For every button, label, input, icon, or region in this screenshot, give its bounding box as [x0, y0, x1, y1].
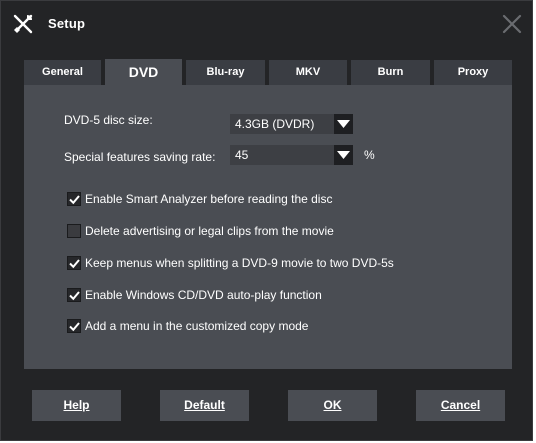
checkmark-icon [69, 291, 80, 301]
title-bar: Setup [1, 1, 532, 47]
checkbox[interactable] [67, 224, 81, 238]
option-label: Keep menus when splitting a DVD-9 movie … [85, 256, 394, 270]
option-label: Enable Smart Analyzer before reading the… [85, 192, 333, 206]
tab-blu-ray[interactable]: Blu-ray [186, 60, 265, 85]
tab-burn[interactable]: Burn [351, 60, 430, 85]
checkbox[interactable] [67, 319, 81, 333]
saving-rate-label: Special features saving rate: [64, 150, 216, 164]
chevron-down-icon[interactable] [334, 145, 353, 165]
window-title: Setup [48, 16, 86, 31]
disc-size-value: 4.3GB (DVDR) [235, 117, 315, 131]
checkbox[interactable] [67, 192, 81, 206]
option-label: Add a menu in the customized copy mode [85, 319, 309, 333]
saving-rate-unit: % [364, 148, 375, 162]
disc-size-select[interactable]: 4.3GB (DVDR) [230, 114, 353, 134]
ok-button[interactable]: OK [288, 390, 377, 421]
tab-proxy[interactable]: Proxy [434, 60, 512, 85]
disc-size-label: DVD-5 disc size: [64, 113, 153, 127]
tab-dvd[interactable]: DVD [105, 59, 182, 86]
checkmark-icon [69, 195, 80, 205]
checkbox[interactable] [67, 288, 81, 302]
saving-rate-select[interactable]: 45 [230, 145, 353, 165]
cancel-button[interactable]: Cancel [416, 390, 505, 421]
checkbox[interactable] [67, 256, 81, 270]
help-button[interactable]: Help [32, 390, 121, 421]
close-icon[interactable] [500, 12, 524, 36]
tab-bar: General DVD Blu-ray MKV Burn Proxy [24, 59, 512, 86]
tab-general[interactable]: General [24, 60, 101, 85]
tools-icon [12, 13, 34, 35]
dvd-settings-panel: DVD-5 disc size: 4.3GB (DVDR) Special fe… [24, 85, 512, 369]
default-button[interactable]: Default [160, 390, 249, 421]
chevron-down-icon[interactable] [334, 114, 353, 134]
setup-dialog: Setup General DVD Blu-ray MKV Burn Proxy… [0, 0, 533, 441]
checkmark-icon [69, 259, 80, 269]
option-label: Delete advertising or legal clips from t… [85, 224, 334, 238]
option-label: Enable Windows CD/DVD auto-play function [85, 288, 322, 302]
tab-mkv[interactable]: MKV [269, 60, 347, 85]
checkmark-icon [69, 322, 80, 332]
saving-rate-value: 45 [235, 148, 249, 162]
